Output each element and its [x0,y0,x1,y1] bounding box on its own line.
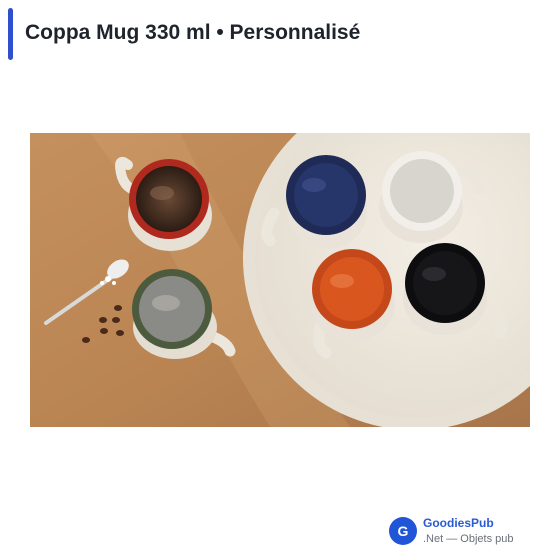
product-photo-illustration [30,133,530,427]
accent-bar [8,8,13,60]
page-title: Coppa Mug 330 ml • Personnalisé [25,21,361,44]
header: Coppa Mug 330 ml • Personnalisé [8,8,548,62]
product-image [30,133,530,427]
brand-tagline: .Net — Objets pub [423,533,514,545]
brand-logo-icon: G [389,517,417,545]
brand-name[interactable]: GoodiesPub [423,516,494,530]
brand-credit[interactable]: G GoodiesPub .Net — Objets pub [389,515,549,551]
